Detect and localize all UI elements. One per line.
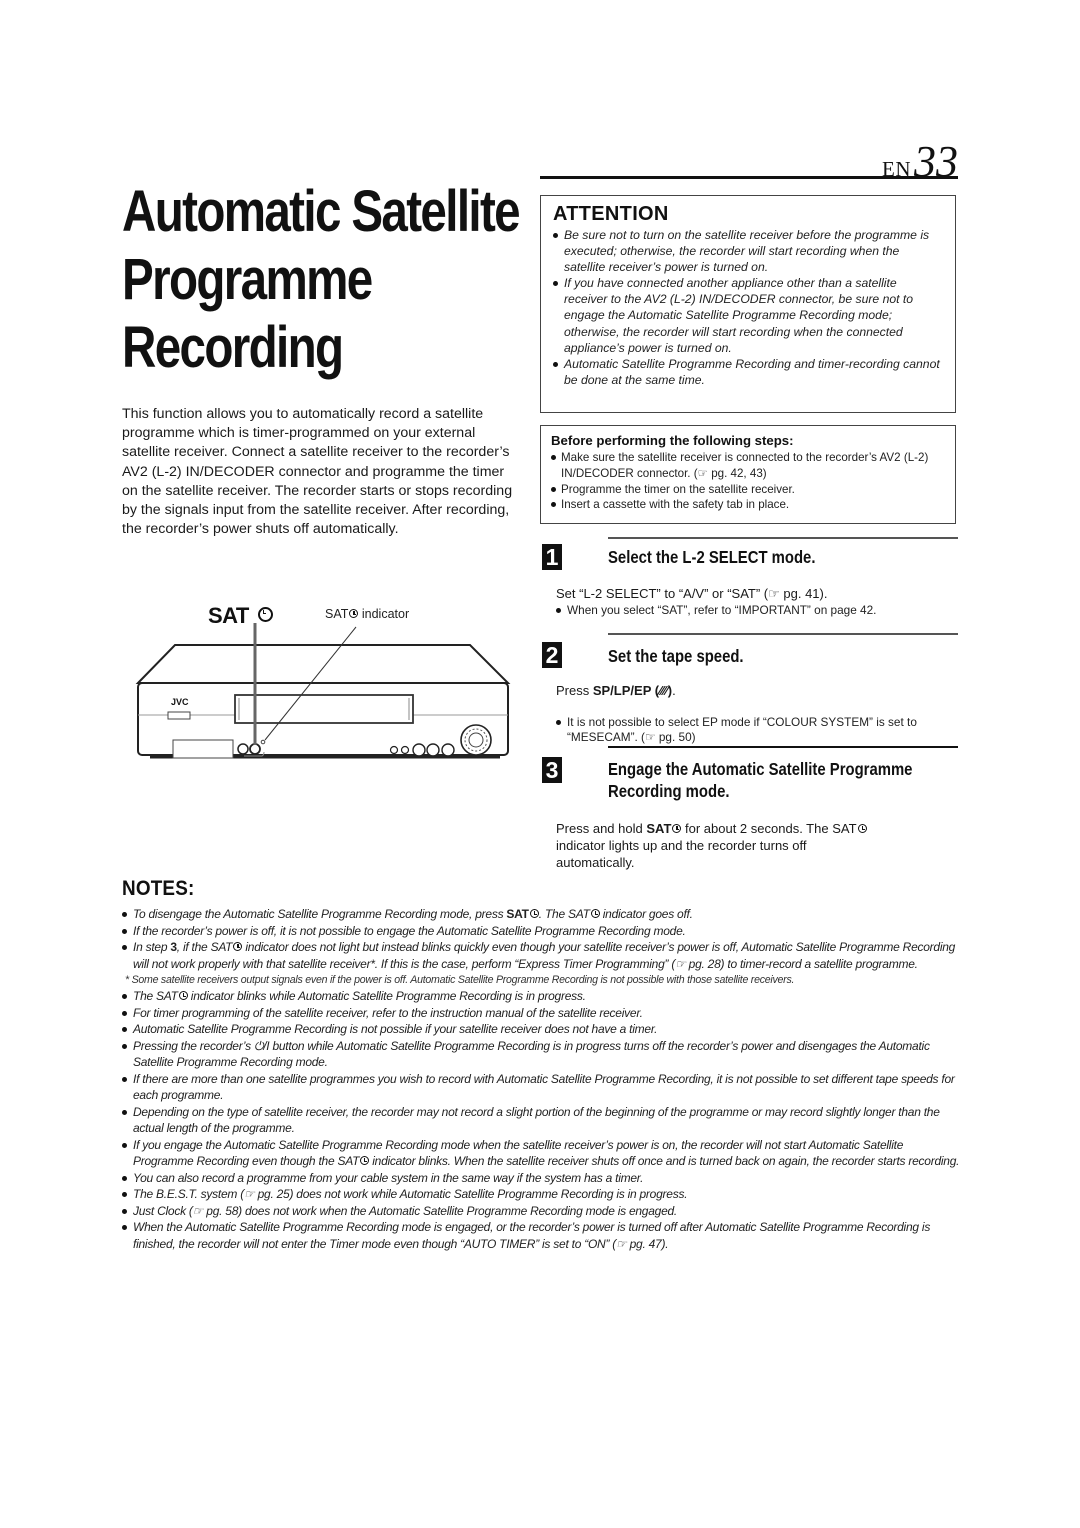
cassette-slot — [234, 694, 414, 724]
vcr-diagram: SAT SAT indicator JVC — [130, 595, 520, 770]
sat-button-name: SAT — [506, 907, 529, 921]
intro-paragraph: This function allows you to automaticall… — [122, 406, 513, 538]
step-2-body-prefix: Press — [556, 683, 593, 698]
note-item: For timer programming of the satellite r… — [122, 1005, 962, 1022]
prerequisite-item: Insert a cassette with the safety tab in… — [551, 497, 945, 513]
step-1-body: Set “L-2 SELECT” to “A/V” or “SAT” (☞ pg… — [556, 586, 828, 601]
timer-clock-icon — [360, 1156, 370, 1165]
note-text: indicator goes off. — [599, 907, 693, 921]
timer-clock-icon — [857, 824, 867, 833]
prerequisite-item: Programme the timer on the satellite rec… — [551, 482, 945, 498]
step-2-note: It is not possible to select EP mode if … — [556, 715, 962, 745]
attention-list: Be sure not to turn on the satellite rec… — [553, 227, 943, 388]
note-item: If you engage the Automatic Satellite Pr… — [122, 1137, 962, 1170]
step-rule — [608, 633, 958, 635]
step-2-body: Press SP/LP/EP (⁄⁄⁄⁄). — [556, 682, 676, 699]
prerequisites-heading: Before performing the following steps: — [551, 433, 794, 448]
step-3-title-line: Recording mode. — [608, 781, 730, 801]
attention-box: ATTENTION Be sure not to turn on the sat… — [540, 195, 956, 413]
step-3-title: Engage the Automatic Satellite Programme… — [608, 758, 912, 802]
step-2-title: Set the tape speed. — [608, 646, 744, 666]
attention-heading: ATTENTION — [553, 203, 669, 225]
note-text: indicator blinks. When the satellite rec… — [369, 1154, 960, 1168]
step-2-body-suffix: . — [672, 683, 676, 698]
step-3-body: Press and hold SAT for about 2 seconds. … — [556, 820, 876, 871]
page-title-line: Programme — [122, 247, 373, 312]
step-1-number: 1 — [542, 544, 562, 570]
step-3-body-mid: for about 2 seconds. The SAT — [681, 821, 857, 836]
footnote: * Some satellite receivers output signal… — [125, 974, 795, 986]
step-1-title: Select the L-2 SELECT mode. — [608, 547, 816, 567]
attention-item: Automatic Satellite Programme Recording … — [553, 356, 943, 388]
notes-heading: NOTES: — [122, 877, 195, 900]
speed-button-name: SP/LP/EP (⁄⁄⁄⁄) — [592, 683, 673, 698]
note-text: To disengage the Automatic Satellite Pro… — [133, 907, 507, 921]
note-item: If there are more than one satellite pro… — [122, 1071, 962, 1104]
attention-item: If you have connected another appliance … — [553, 275, 943, 355]
note-item: Automatic Satellite Programme Recording … — [122, 1021, 962, 1038]
page-title: Automatic Satellite Programme Recording — [122, 178, 521, 382]
vcr-drawing: JVC — [135, 623, 511, 759]
timer-clock-icon — [178, 991, 188, 1000]
page-title-line: Recording — [122, 315, 344, 380]
step-2-number: 2 — [542, 642, 562, 668]
vcr-top-panel — [135, 644, 511, 684]
step-3-number: 3 — [542, 757, 562, 783]
prerequisites-list: Make sure the satellite receiver is conn… — [551, 450, 945, 513]
note-text: , if the SAT — [176, 940, 233, 954]
note-item: You can also record a programme from you… — [122, 1170, 962, 1187]
page-title-line: Automatic Satellite — [122, 179, 521, 244]
step-1-note: When you select “SAT”, refer to “IMPORTA… — [556, 603, 962, 618]
note-item: In step 3, if the SAT indicator does not… — [122, 939, 962, 972]
note-item: The B.E.S.T. system (☞ pg. 25) does not … — [122, 1186, 962, 1203]
timer-clock-icon — [590, 909, 600, 918]
header-rule — [540, 176, 958, 179]
sat-indicator-led — [260, 739, 266, 745]
step-3-body-suffix: indicator lights up and the recorder tur… — [556, 838, 807, 870]
timer-clock-icon — [233, 942, 243, 951]
notes-list: To disengage the Automatic Satellite Pro… — [122, 906, 962, 1252]
note-text: indicator does not light but instead bli… — [133, 940, 956, 971]
note-item: If the recorder’s power is off, it is no… — [122, 923, 962, 940]
note-item: The SAT indicator blinks while Automatic… — [122, 988, 962, 1005]
sat-button — [249, 743, 261, 755]
step-3-body-prefix: Press and hold — [556, 821, 647, 836]
note-item: When the Automatic Satellite Programme R… — [122, 1219, 962, 1252]
notes-section: To disengage the Automatic Satellite Pro… — [122, 906, 962, 1252]
note-text: . The SAT — [538, 907, 590, 921]
sat-button-name: SAT — [646, 821, 672, 836]
step-rule — [608, 746, 958, 748]
note-item: Depending on the type of satellite recei… — [122, 1104, 962, 1137]
page-number: EN33 — [882, 136, 958, 187]
note-text: In step — [133, 940, 171, 954]
attention-item: Be sure not to turn on the satellite rec… — [553, 227, 943, 275]
prerequisite-item: Make sure the satellite receiver is conn… — [551, 450, 945, 482]
note-item: To disengage the Automatic Satellite Pro… — [122, 906, 962, 923]
note-text: The SAT — [133, 989, 178, 1003]
note-item: Pressing the recorder’s ⏻/I button while… — [122, 1038, 962, 1071]
step-3-title-line: Engage the Automatic Satellite Programme — [608, 759, 913, 779]
timer-clock-icon — [529, 909, 539, 918]
step-rule — [608, 537, 958, 539]
jvc-logo: JVC — [171, 697, 189, 707]
note-text: indicator blinks while Automatic Satelli… — [187, 989, 586, 1003]
prerequisites-box: Before performing the following steps: M… — [540, 425, 956, 524]
note-item: Just Clock (☞ pg. 58) does not work when… — [122, 1203, 962, 1220]
